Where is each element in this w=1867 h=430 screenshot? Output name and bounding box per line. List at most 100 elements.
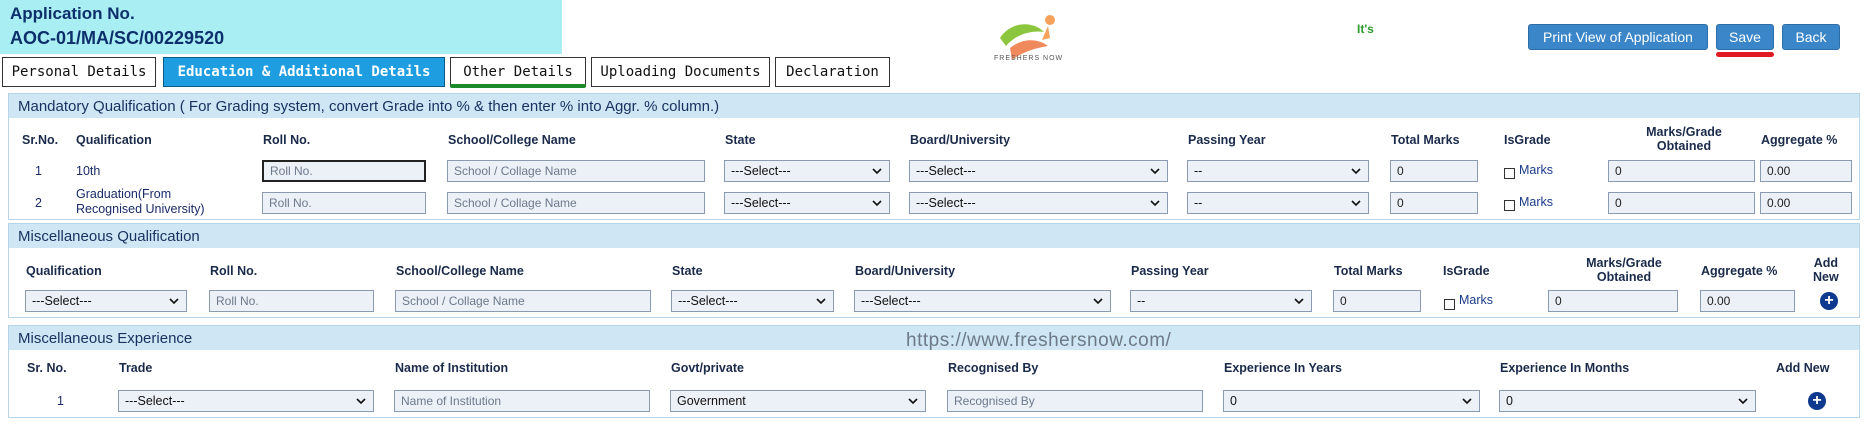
tab-education-additional-details[interactable]: Education & Additional Details: [163, 57, 445, 87]
total-marks-input[interactable]: 0: [1333, 290, 1421, 312]
isgrade-checkbox[interactable]: [1504, 168, 1515, 179]
board-select[interactable]: ---Select---: [909, 160, 1168, 182]
trade-select[interactable]: ---Select---: [118, 390, 374, 412]
tab-uploading-documents[interactable]: Uploading Documents: [591, 57, 770, 87]
isgrade-checkbox[interactable]: [1444, 299, 1455, 310]
back-button[interactable]: Back: [1782, 24, 1840, 50]
col-total-marks: Total Marks: [1391, 133, 1460, 147]
recognised-by-input[interactable]: Recognised By: [947, 390, 1203, 412]
col-passing-year: Passing Year: [1188, 133, 1266, 147]
roll-no-input[interactable]: Roll No.: [209, 290, 374, 312]
col-total-marks: Total Marks: [1334, 264, 1403, 278]
tab-annotation-underline: [450, 84, 586, 88]
col-govt-private: Govt/private: [671, 361, 744, 375]
row-sr: 1: [35, 164, 42, 178]
col-sr-no: Sr. No.: [27, 361, 67, 375]
tab-personal-details[interactable]: Personal Details: [2, 57, 156, 87]
tab-declaration[interactable]: Declaration: [775, 57, 890, 87]
qualification-select[interactable]: ---Select---: [25, 290, 187, 312]
govt-private-select[interactable]: Government: [670, 390, 926, 412]
application-number-label: Application No.: [10, 4, 135, 23]
isgrade-checkbox[interactable]: [1504, 200, 1515, 211]
chevron-down-icon: [1462, 398, 1472, 405]
marks-obtained-input[interactable]: 0: [1548, 290, 1678, 312]
col-marks-obtained: Marks/Grade Obtained: [1586, 256, 1662, 284]
col-board: Board/University: [855, 264, 956, 278]
add-new-qualification-icon[interactable]: +: [1820, 292, 1838, 310]
col-aggregate: Aggregate %: [1701, 264, 1778, 278]
col-roll-no: Roll No.: [263, 133, 311, 147]
experience-months-select[interactable]: 0: [1499, 390, 1756, 412]
passing-year-select[interactable]: --: [1187, 192, 1369, 214]
mandatory-qualification-section: Mandatory Qualification ( For Grading sy…: [8, 93, 1860, 220]
chevron-down-icon: [1351, 168, 1361, 175]
col-isgrade: IsGrade: [1504, 133, 1551, 147]
print-view-button[interactable]: Print View of Application: [1528, 24, 1708, 50]
col-roll-no: Roll No.: [210, 264, 258, 278]
save-annotation-underline: [1716, 52, 1774, 57]
roll-no-input[interactable]: Roll No.: [262, 160, 426, 182]
school-name-input[interactable]: School / Collage Name: [395, 290, 651, 312]
watermark-url: https://www.freshersnow.com/: [906, 330, 1172, 351]
col-experience-months: Experience In Months: [1500, 361, 1630, 375]
tab-other-details[interactable]: Other Details: [450, 57, 586, 87]
board-select[interactable]: ---Select---: [854, 290, 1111, 312]
state-select[interactable]: ---Select---: [724, 192, 890, 214]
col-aggregate: Aggregate %: [1761, 133, 1838, 147]
isgrade-label: Marks: [1519, 163, 1554, 177]
marks-obtained-input[interactable]: 0: [1608, 160, 1755, 182]
row-qualification: Graduation(From Recognised University): [76, 187, 205, 216]
isgrade-label: Marks: [1459, 293, 1494, 307]
aggregate-input[interactable]: 0.00: [1760, 160, 1852, 182]
chevron-down-icon: [169, 298, 179, 305]
col-add-new: Add New: [1813, 256, 1839, 284]
col-board: Board/University: [910, 133, 1011, 147]
col-experience-years: Experience In Years: [1224, 361, 1342, 375]
school-name-input[interactable]: School / Collage Name: [447, 192, 705, 214]
institution-input[interactable]: Name of Institution: [394, 390, 650, 412]
col-add-new: Add New: [1776, 361, 1830, 375]
state-select[interactable]: ---Select---: [671, 290, 834, 312]
its-text: It's: [1357, 22, 1374, 36]
logo-text: FRESHERS NOW: [994, 55, 1064, 62]
add-new-experience-icon[interactable]: +: [1808, 392, 1826, 410]
chevron-down-icon: [1294, 298, 1304, 305]
chevron-down-icon: [1150, 168, 1160, 175]
experience-years-select[interactable]: 0: [1223, 390, 1480, 412]
aggregate-input[interactable]: 0.00: [1760, 192, 1852, 214]
save-button[interactable]: Save: [1716, 24, 1774, 50]
passing-year-select[interactable]: --: [1130, 290, 1312, 312]
col-sr-no: Sr.No.: [22, 133, 59, 147]
section-title: Mandatory Qualification ( For Grading sy…: [9, 94, 1859, 118]
total-marks-input[interactable]: 0: [1390, 192, 1478, 214]
section-title: Miscellaneous Qualification: [9, 224, 1859, 248]
chevron-down-icon: [872, 168, 882, 175]
col-state: State: [672, 264, 703, 278]
marks-obtained-input[interactable]: 0: [1608, 192, 1755, 214]
chevron-down-icon: [908, 398, 918, 405]
state-select[interactable]: ---Select---: [724, 160, 890, 182]
chevron-down-icon: [1093, 298, 1103, 305]
col-state: State: [725, 133, 756, 147]
chevron-down-icon: [1150, 200, 1160, 207]
col-institution: Name of Institution: [395, 361, 509, 375]
aggregate-input[interactable]: 0.00: [1700, 290, 1795, 312]
roll-no-input[interactable]: Roll No.: [262, 192, 426, 214]
col-marks-obtained: Marks/Grade Obtained: [1646, 125, 1722, 153]
application-number-value: AOC-01/MA/SC/00229520: [10, 28, 225, 48]
total-marks-input[interactable]: 0: [1390, 160, 1478, 182]
row-sr: 1: [57, 394, 64, 408]
board-select[interactable]: ---Select---: [909, 192, 1168, 214]
row-qualification: 10th: [76, 164, 101, 178]
passing-year-select[interactable]: --: [1187, 160, 1369, 182]
col-school: School/College Name: [448, 133, 576, 147]
chevron-down-icon: [1351, 200, 1361, 207]
col-trade: Trade: [119, 361, 153, 375]
col-qualification: Qualification: [26, 264, 102, 278]
col-isgrade: IsGrade: [1443, 264, 1490, 278]
school-name-input[interactable]: School / Collage Name: [447, 160, 705, 182]
col-qualification: Qualification: [76, 133, 152, 147]
col-passing-year: Passing Year: [1131, 264, 1209, 278]
chevron-down-icon: [872, 200, 882, 207]
isgrade-label: Marks: [1519, 195, 1554, 209]
